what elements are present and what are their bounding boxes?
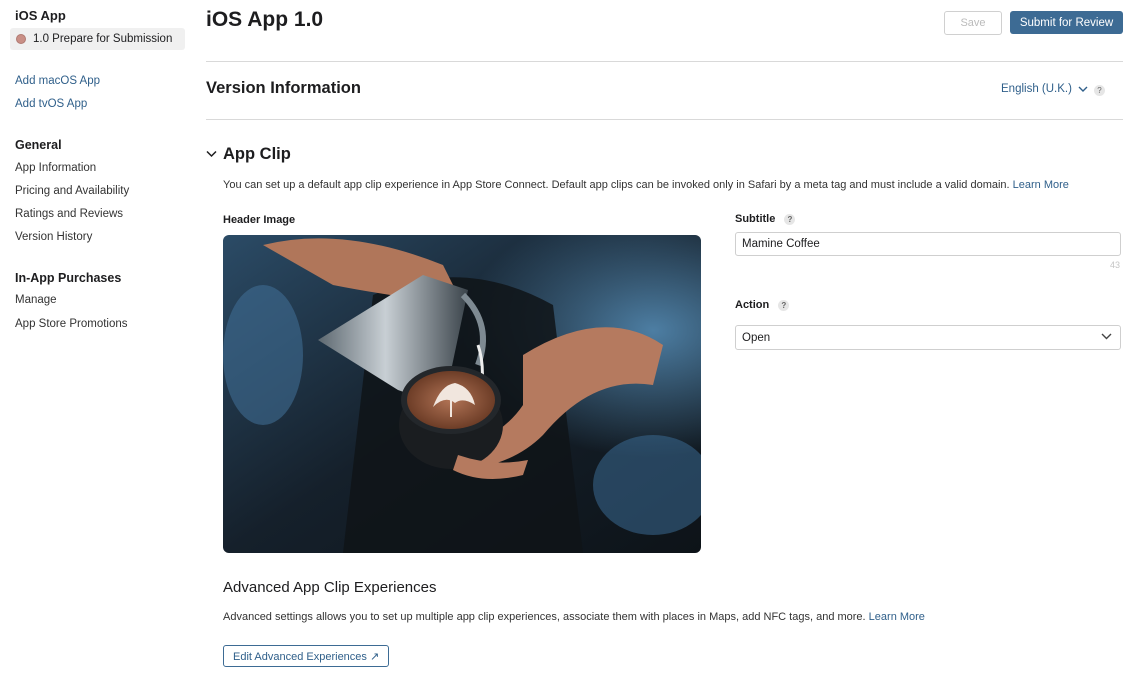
page-title: iOS App 1.0 — [206, 8, 324, 31]
divider — [206, 119, 1123, 120]
sidebar-heading-general: General — [15, 138, 62, 152]
app-clip-title[interactable]: App Clip — [223, 145, 291, 164]
app-clip-description: You can set up a default app clip experi… — [223, 179, 1069, 191]
subtitle-char-count: 43 — [1110, 260, 1121, 270]
subtitle-value: Mamine Coffee — [742, 238, 820, 250]
add-tvos-app-link[interactable]: Add tvOS App — [15, 98, 87, 110]
chevron-down-icon — [1101, 333, 1112, 340]
chevron-down-icon — [1078, 86, 1088, 92]
app-clip-description-text: You can set up a default app clip experi… — [223, 179, 1010, 191]
add-macos-app-link[interactable]: Add macOS App — [15, 75, 100, 87]
divider — [206, 61, 1123, 62]
action-value: Open — [742, 331, 771, 344]
advanced-description-text: Advanced settings allows you to set up m… — [223, 611, 866, 623]
subtitle-label: Subtitle ? — [735, 213, 796, 225]
header-image-label: Header Image — [223, 214, 296, 226]
status-label: 1.0 Prepare for Submission — [33, 33, 173, 45]
language-label: English (U.K.) — [1001, 83, 1072, 95]
advanced-title: Advanced App Clip Experiences — [223, 579, 437, 596]
save-button[interactable]: Save — [944, 11, 1002, 35]
action-label-text: Action — [735, 299, 770, 311]
sidebar-version-status[interactable]: 1.0 Prepare for Submission — [10, 28, 185, 50]
sidebar-app-title[interactable]: iOS App — [15, 8, 66, 23]
sidebar-item-manage[interactable]: Manage — [15, 294, 57, 306]
sidebar-item-pricing[interactable]: Pricing and Availability — [15, 185, 129, 197]
collapse-chevron-icon[interactable] — [206, 150, 217, 158]
help-icon[interactable]: ? — [778, 300, 790, 311]
latte-art-image — [223, 235, 701, 553]
status-dot-icon — [16, 34, 26, 44]
sidebar-item-promotions[interactable]: App Store Promotions — [15, 318, 128, 330]
advanced-learn-more-link[interactable]: Learn More — [869, 611, 925, 623]
sidebar: iOS App 1.0 Prepare for Submission Add m… — [0, 0, 190, 682]
action-label: Action ? — [735, 299, 790, 311]
edit-advanced-experiences-button[interactable]: Edit Advanced Experiences ↗ — [223, 645, 390, 667]
sidebar-item-version-history[interactable]: Version History — [15, 231, 92, 243]
subtitle-label-text: Subtitle — [735, 213, 776, 225]
sidebar-item-app-information[interactable]: App Information — [15, 162, 96, 174]
app-clip-learn-more-link[interactable]: Learn More — [1013, 179, 1069, 191]
version-information-title: Version Information — [206, 79, 361, 97]
header-image[interactable] — [223, 235, 701, 553]
submit-for-review-button[interactable]: Submit for Review — [1010, 11, 1123, 34]
subtitle-input[interactable]: Mamine Coffee — [735, 232, 1121, 256]
main-content: iOS App 1.0 Save Submit for Review Versi… — [206, 0, 1123, 682]
advanced-description: Advanced settings allows you to set up m… — [223, 611, 925, 623]
help-icon[interactable]: ? — [784, 214, 796, 225]
sidebar-item-ratings[interactable]: Ratings and Reviews — [15, 208, 123, 220]
help-icon[interactable]: ? — [1094, 85, 1105, 96]
action-select[interactable]: Open — [735, 325, 1121, 350]
sidebar-heading-iap: In-App Purchases — [15, 271, 122, 285]
language-selector[interactable]: English (U.K.) — [1001, 83, 1088, 95]
